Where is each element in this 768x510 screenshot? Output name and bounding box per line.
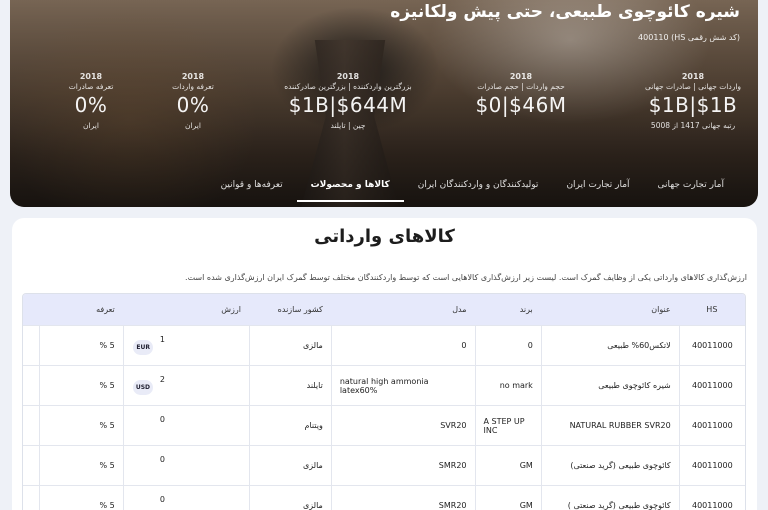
stat-sub: ایران (185, 121, 201, 130)
cell-country: تایلند (249, 366, 331, 405)
cell-hs: 40011000 (678, 486, 745, 510)
stat-largest: 2018 بزرگترین واردکننده | بزرگترین صادرک… (283, 72, 413, 130)
stat-sub: رتبه جهانی 1417 از 5008 (650, 121, 736, 130)
cell-title: لاتکس60% طبیعی (540, 326, 679, 365)
stat-label: تعرفه واردات (172, 82, 214, 91)
cell-brand: 0 (474, 326, 541, 365)
product-title: شیره کائوچوی طبیعی، حتی پیش ولکانیزه (390, 2, 740, 22)
value-amount: 2 (159, 375, 166, 384)
value-amount: 0 (159, 415, 166, 424)
cell-spacer (23, 326, 39, 365)
stat-import-tariff: 2018 تعرفه واردات 0% ایران (138, 72, 248, 130)
value-amount: 0 (159, 455, 166, 464)
stat-value: $0|$46M (475, 93, 567, 117)
cell-value: 0 (122, 486, 249, 510)
stat-label: بزرگترین واردکننده | بزرگترین صادرکننده (284, 82, 412, 91)
tab-tariffs-laws[interactable]: تعرفه‌ها و قوانین (207, 172, 297, 202)
tab-goods-products[interactable]: کالاها و محصولات (296, 172, 404, 202)
stat-label: تعرفه صادرات (68, 82, 114, 91)
page-title: کالاهای وارداتی (314, 226, 455, 247)
cell-model: natural high ammonia latex60% (330, 366, 475, 405)
cell-model: 0 (330, 326, 475, 365)
cell-value: 0 (122, 406, 249, 445)
table-header: HS عنوان برند مدل کشور سازنده ارزش تعرفه (23, 294, 745, 325)
stat-value: $1B|$644M (288, 93, 408, 117)
cell-tariff: 5 % (39, 406, 123, 445)
cell-hs: 40011000 (678, 366, 745, 405)
stat-year: 2018 (336, 72, 360, 81)
cell-spacer (23, 366, 39, 405)
stat-value: 0% (74, 93, 108, 117)
stat-sub: ایران (83, 121, 99, 130)
col-title[interactable]: عنوان (541, 305, 679, 314)
table-row[interactable]: 40011000 کائوچوی طبیعی (گرید صنعتی ) GM … (23, 485, 745, 510)
currency-badge: USD (132, 380, 154, 395)
cell-title: کائوچوی طبیعی (گرید صنعتی) (540, 446, 679, 485)
cell-country: ویتنام (249, 406, 331, 445)
stat-label: واردات جهانی | صادرات جهانی (644, 82, 742, 91)
cell-hs: 40011000 (678, 326, 745, 365)
stat-volume: 2018 حجم واردات | حجم صادرات $0|$46M (456, 72, 586, 121)
imported-goods-table: HS عنوان برند مدل کشور سازنده ارزش تعرفه… (22, 293, 746, 510)
table-row[interactable]: 40011000 شیره کائوچوی طبیعی no mark natu… (23, 365, 745, 405)
stat-value: 0% (176, 93, 210, 117)
cell-brand: no mark (474, 366, 541, 405)
tab-iran-trade-stats[interactable]: آمار تجارت ایران (552, 172, 643, 202)
stat-world-trade: 2018 واردات جهانی | صادرات جهانی $1B|$1B… (628, 72, 758, 130)
col-tariff[interactable]: تعرفه (39, 305, 123, 314)
cell-hs: 40011000 (678, 446, 745, 485)
table-row[interactable]: 40011000 لاتکس60% طبیعی 0 0 مالزی 1 EUR … (23, 325, 745, 365)
table-row[interactable]: 40011000 NATURAL RUBBER SVR20 A STEP UP … (23, 405, 745, 445)
cell-country: مالزی (249, 486, 331, 510)
table-row[interactable]: 40011000 کائوچوی طبیعی (گرید صنعتی) GM S… (23, 445, 745, 485)
cell-brand: GM (474, 446, 541, 485)
cell-value: 2 USD (122, 366, 249, 405)
value-amount: 1 (159, 335, 166, 344)
stat-year: 2018 (181, 72, 205, 81)
col-brand[interactable]: برند (474, 305, 540, 314)
col-value[interactable]: ارزش (123, 305, 249, 314)
col-model[interactable]: مدل (331, 305, 475, 314)
stat-sub: چین | تایلند (330, 121, 366, 130)
cell-model: SVR20 (330, 406, 475, 445)
cell-country: مالزی (249, 446, 331, 485)
imported-goods-card: کالاهای وارداتی ارزش‌گذاری کالاهای واردا… (12, 218, 757, 510)
cell-tariff: 5 % (39, 446, 123, 485)
cell-title: NATURAL RUBBER SVR20 (540, 406, 679, 445)
stat-year: 2018 (681, 72, 705, 81)
col-hs[interactable]: HS (679, 305, 745, 314)
cell-value: 0 (122, 446, 249, 485)
cell-tariff: 5 % (39, 326, 123, 365)
currency-badge: EUR (133, 340, 154, 355)
cell-tariff: 5 % (39, 366, 123, 405)
stat-year: 2018 (509, 72, 533, 81)
hero-banner: شیره کائوچوی طبیعی، حتی پیش ولکانیزه (کد… (10, 0, 758, 207)
cell-country: مالزی (249, 326, 331, 365)
stat-label: حجم واردات | حجم صادرات (477, 82, 565, 91)
cell-title: شیره کائوچوی طبیعی (540, 366, 679, 405)
cell-spacer (23, 406, 39, 445)
cell-spacer (23, 446, 39, 485)
tab-world-trade-stats[interactable]: آمار تجارت جهانی (644, 172, 738, 202)
stat-export-tariff: 2018 تعرفه صادرات 0% ایران (36, 72, 146, 130)
stat-value: $1B|$1B (648, 93, 738, 117)
cell-spacer (23, 486, 39, 510)
cell-tariff: 5 % (39, 486, 123, 510)
cell-value: 1 EUR (122, 326, 249, 365)
col-country[interactable]: کشور سازنده (249, 305, 331, 314)
section-tabs: آمار تجارت جهانی آمار تجارت ایران تولیدک… (207, 172, 738, 202)
stat-year: 2018 (79, 72, 103, 81)
tab-iran-producers-importers[interactable]: تولیدکنندگان و واردکنندگان ایران (404, 172, 553, 202)
value-amount: 0 (159, 495, 166, 504)
cell-model: SMR20 (330, 486, 475, 510)
cell-brand: A STEP UP INC (474, 406, 541, 445)
cell-model: SMR20 (330, 446, 475, 485)
cell-brand: GM (474, 486, 541, 510)
hs-code-line: (کد شش رقمی HS) 400110 (638, 33, 740, 42)
page-description: ارزش‌گذاری کالاهای وارداتی یکی از وظایف … (185, 273, 747, 282)
cell-hs: 40011000 (678, 406, 745, 445)
cell-title: کائوچوی طبیعی (گرید صنعتی ) (540, 486, 679, 510)
